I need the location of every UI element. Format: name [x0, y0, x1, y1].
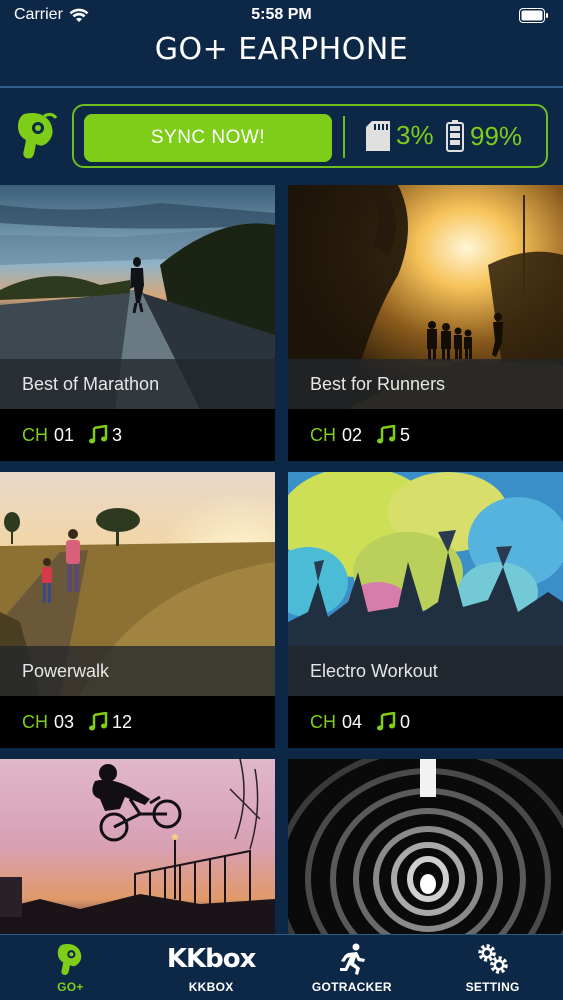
track-count: 3 [112, 424, 123, 445]
channel-label: CH [310, 711, 336, 732]
card-footer: CH 01 3 [0, 409, 275, 461]
tab-bar: GO+ KKbox KKBOX GOTRACKER SETTING [0, 934, 563, 1000]
music-note-icon [89, 712, 108, 731]
bmx-jump-image [0, 759, 275, 934]
music-note-icon [377, 425, 396, 444]
channel-number: 04 [342, 711, 363, 732]
sync-row: SYNC NOW! 3% 99% [0, 100, 563, 172]
earphone-icon [58, 944, 82, 975]
tab-label: KKBOX [188, 980, 234, 994]
status-left: Carrier [14, 6, 89, 24]
tab-icon-wrap [476, 941, 510, 977]
battery-status-icon [519, 7, 548, 23]
playlist-card[interactable]: Best of Marathon CH 01 3 [0, 185, 275, 461]
card-title: Best for Runners [288, 359, 563, 409]
playlist-card[interactable]: Powerwalk CH 03 12 [0, 472, 275, 748]
status-right [519, 7, 549, 23]
tab-icon-wrap: KKbox [166, 941, 257, 977]
track-count: 12 [112, 711, 133, 732]
kkbox-logo: KKbox [166, 944, 257, 974]
card-footer: CH 03 12 [0, 696, 275, 748]
channel-label: CH [22, 424, 48, 445]
tab-label: GO+ [57, 980, 84, 994]
playlist-card[interactable] [288, 759, 563, 934]
tunnel-image [288, 759, 563, 934]
wifi-icon [69, 8, 89, 22]
battery-percent: 99% [470, 120, 523, 151]
tab-go-plus[interactable]: GO+ [0, 935, 141, 1000]
channel-label: CH [22, 711, 48, 732]
track-count: 0 [400, 711, 411, 732]
playlist-card[interactable] [0, 759, 275, 934]
tab-setting[interactable]: SETTING [422, 935, 563, 1000]
tab-kkbox[interactable]: KKbox KKBOX [141, 935, 282, 1000]
carrier-label: Carrier [14, 6, 63, 23]
playlist-card[interactable]: Best for Runners CH 02 5 [288, 185, 563, 461]
sync-panel: SYNC NOW! 3% 99% [72, 104, 548, 168]
channel-number: 01 [54, 424, 75, 445]
channel-label: CH [310, 424, 336, 445]
card-footer: CH 02 5 [288, 409, 563, 461]
track-count: 5 [400, 424, 411, 445]
card-title: Best of Marathon [0, 359, 275, 409]
music-note-icon [89, 425, 108, 444]
storage-stat: 3% [366, 120, 434, 151]
nav-divider [0, 86, 563, 88]
page-title: GO+ EARPHONE [154, 32, 409, 67]
tab-label: SETTING [465, 980, 520, 994]
tab-icon-wrap [55, 941, 85, 977]
tab-icon-wrap [338, 941, 366, 977]
music-note-icon [377, 712, 396, 731]
status-bar: Carrier 5:58 PM [0, 0, 563, 30]
battery-icon [446, 120, 464, 152]
battery-stat: 99% [446, 120, 522, 152]
channel-number: 03 [54, 711, 75, 732]
tab-gotracker[interactable]: GOTRACKER [282, 935, 423, 1000]
sync-divider [343, 116, 345, 158]
earphone-icon [18, 112, 58, 159]
runner-icon [339, 943, 365, 975]
sync-now-button[interactable]: SYNC NOW! [84, 114, 332, 162]
playlist-card[interactable]: Electro Workout CH 04 0 [288, 472, 563, 748]
card-title: Powerwalk [0, 646, 275, 696]
card-footer: CH 04 0 [288, 696, 563, 748]
sd-card-icon [366, 120, 390, 151]
gear-icon [477, 944, 508, 974]
card-title: Electro Workout [288, 646, 563, 696]
channel-number: 02 [342, 424, 363, 445]
storage-percent: 3% [396, 120, 434, 150]
tab-label: GOTRACKER [311, 980, 392, 994]
